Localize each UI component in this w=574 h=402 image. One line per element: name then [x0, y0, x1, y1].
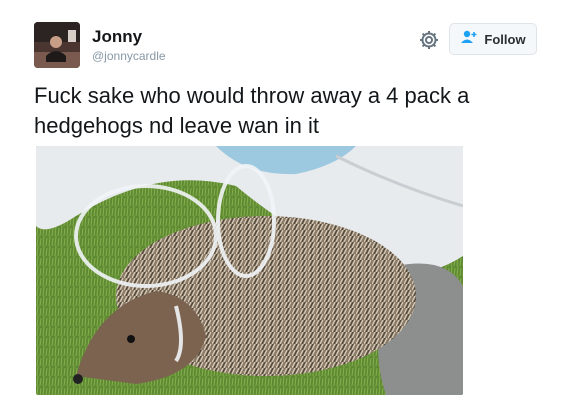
author-name[interactable]: Jonny	[92, 27, 142, 47]
tweet-text: Fuck sake who would throw away a 4 pack …	[34, 83, 470, 138]
follow-label: Follow	[484, 31, 526, 47]
add-user-icon	[460, 30, 478, 49]
avatar[interactable]	[34, 22, 80, 68]
author-handle[interactable]: @jonnycardle	[92, 49, 166, 63]
gear-icon[interactable]	[417, 28, 441, 52]
follow-button[interactable]: Follow	[449, 23, 537, 55]
tweet-photo[interactable]	[36, 146, 463, 395]
